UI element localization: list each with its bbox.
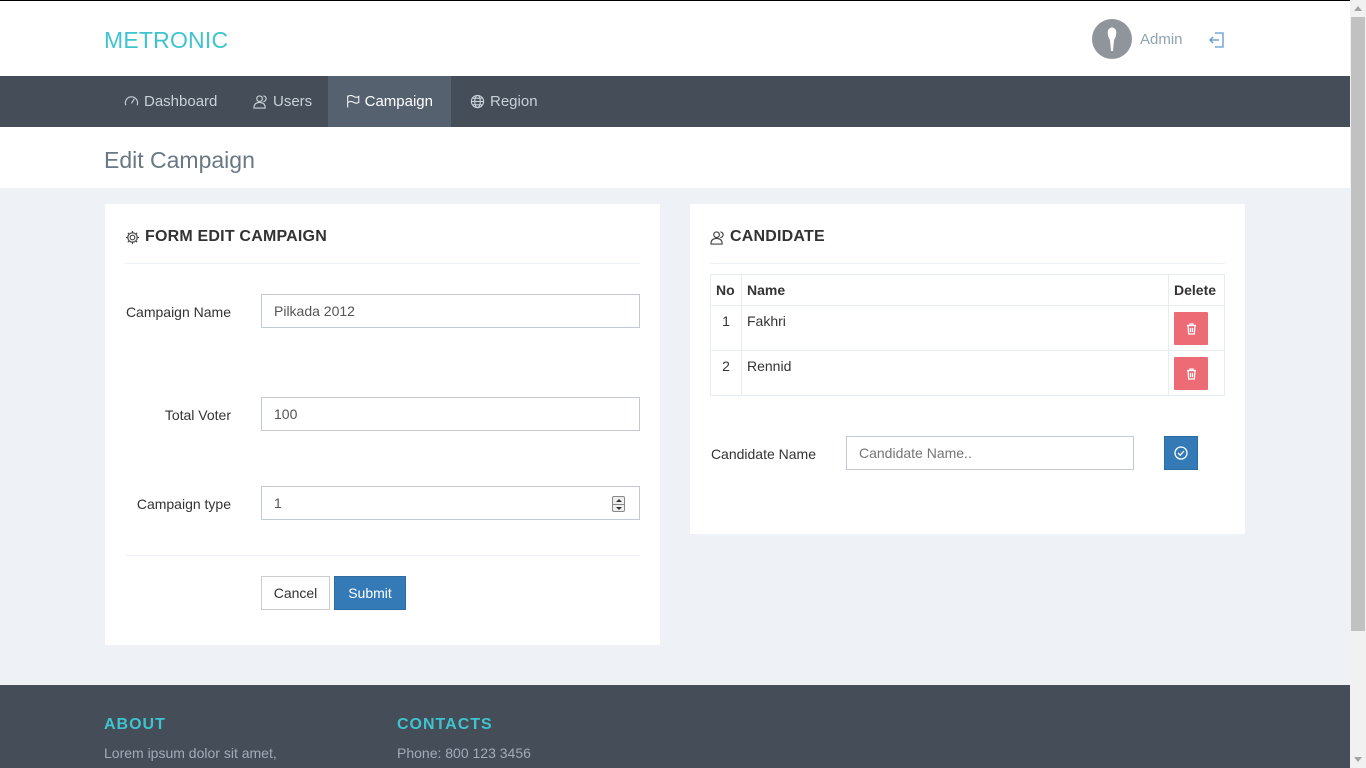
divider — [710, 263, 1225, 264]
scrollbar[interactable] — [1350, 0, 1366, 768]
divider — [125, 555, 640, 556]
table-header-row: No Name Delete — [710, 274, 1225, 306]
logout-icon[interactable] — [1208, 31, 1226, 54]
avatar[interactable] — [1092, 19, 1132, 59]
table-row: 1 Fakhri — [710, 305, 1225, 351]
row-delete-cell — [1168, 305, 1225, 351]
globe-icon — [470, 94, 485, 109]
row-delete-cell — [1168, 350, 1225, 396]
campaign-name-label: Campaign Name — [125, 304, 231, 320]
speedometer-icon — [124, 96, 139, 106]
nav-label: Campaign — [364, 93, 433, 110]
portlet-title: CANDIDATE — [710, 228, 825, 246]
divider — [125, 263, 640, 264]
nav-item-dashboard[interactable]: Dashboard — [106, 76, 235, 127]
candidate-portlet: CANDIDATE No Name Delete 1 Fakhri 2 Renn… — [690, 204, 1245, 534]
gear-icon — [125, 230, 140, 244]
flag-icon — [347, 95, 360, 108]
users-icon — [710, 230, 724, 245]
table-row: 2 Rennid — [710, 350, 1225, 396]
column-header-name: Name — [741, 274, 1169, 306]
campaign-name-input[interactable]: Pilkada 2012 — [261, 294, 640, 328]
submit-button[interactable]: Submit — [334, 576, 406, 610]
page-footer: ABOUT Lorem ipsum dolor sit amet, CONTAC… — [0, 685, 1350, 768]
scroll-up-arrow[interactable] — [1354, 6, 1362, 11]
nav-label: Region — [490, 93, 538, 110]
row-no: 1 — [710, 305, 742, 351]
candidate-name-input[interactable] — [846, 436, 1134, 470]
page-header: METRONIC Admin — [0, 1, 1350, 76]
add-candidate-button[interactable] — [1164, 436, 1198, 470]
form-title: FORM EDIT CAMPAIGN — [145, 228, 327, 245]
column-header-delete: Delete — [1168, 274, 1225, 306]
footer-phone: Phone: 800 123 3456 — [397, 745, 531, 761]
user-name[interactable]: Admin — [1140, 31, 1183, 48]
row-no: 2 — [710, 350, 742, 396]
campaign-type-input[interactable]: 1 — [261, 486, 640, 520]
campaign-type-label: Campaign type — [136, 496, 231, 512]
number-stepper[interactable] — [612, 496, 625, 512]
row-name: Rennid — [741, 350, 1169, 396]
cancel-button[interactable]: Cancel — [261, 576, 330, 610]
footer-about-text: Lorem ipsum dolor sit amet, — [104, 745, 277, 761]
users-icon — [253, 95, 267, 109]
check-circle-icon — [1174, 446, 1188, 460]
candidate-table: No Name Delete 1 Fakhri 2 Rennid — [710, 274, 1225, 396]
nav-label: Users — [273, 93, 313, 110]
main-nav: Dashboard Users Campaign Region — [0, 76, 1350, 127]
column-header-no: No — [710, 274, 742, 306]
footer-contacts-title: CONTACTS — [397, 716, 493, 733]
nav-label: Dashboard — [144, 93, 218, 110]
nav-item-region[interactable]: Region — [452, 76, 556, 127]
scroll-thumb[interactable] — [1351, 17, 1365, 631]
logo[interactable]: METRONIC — [104, 27, 228, 54]
trash-icon — [1186, 322, 1196, 335]
campaign-type-value: 1 — [274, 495, 282, 511]
user-menu[interactable]: Admin — [1092, 19, 1183, 59]
row-name: Fakhri — [741, 305, 1169, 351]
total-voter-input[interactable]: 100 — [261, 397, 640, 431]
total-voter-label: Total Voter — [164, 407, 231, 423]
nav-item-users[interactable]: Users — [235, 76, 330, 127]
delete-button[interactable] — [1174, 312, 1208, 345]
nav-item-campaign[interactable]: Campaign — [328, 76, 451, 127]
scroll-down-arrow[interactable] — [1354, 757, 1362, 762]
delete-button[interactable] — [1174, 357, 1208, 390]
form-portlet: FORM EDIT CAMPAIGN Campaign Name Pilkada… — [105, 204, 660, 645]
portlet-title: FORM EDIT CAMPAIGN — [125, 228, 327, 246]
page-head: Edit Campaign — [0, 127, 1350, 188]
candidate-name-label: Candidate Name — [710, 446, 816, 462]
trash-icon — [1186, 367, 1196, 380]
footer-about-title: ABOUT — [104, 716, 166, 733]
candidate-title: CANDIDATE — [730, 228, 825, 245]
page-title: Edit Campaign — [104, 147, 255, 173]
